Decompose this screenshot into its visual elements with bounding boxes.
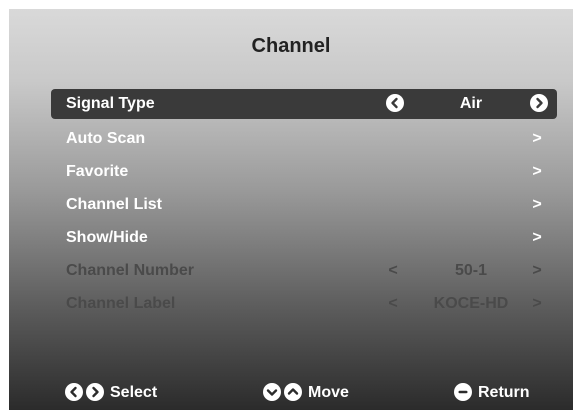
page-title: Channel [251, 35, 331, 57]
menu-item-signal-type[interactable]: Signal Type Air [51, 89, 557, 119]
menu-item-label: Channel Number [66, 262, 195, 279]
chevron-right-icon: > [532, 196, 542, 213]
menu-item-favorite[interactable]: Favorite > [51, 155, 557, 188]
menu-item-label: Signal Type [66, 95, 155, 112]
circle-minus-icon [454, 383, 472, 401]
move-hint: Move [263, 379, 349, 407]
menu-item-label: Show/Hide [66, 229, 148, 246]
menu-item-auto-scan[interactable]: Auto Scan > [51, 122, 557, 155]
chevron-right-icon: > [532, 262, 542, 279]
chevron-right-icon: > [532, 295, 542, 312]
menu-item-label: Favorite [66, 163, 129, 180]
select-hint-label: Select [110, 384, 158, 401]
channel-menu-list: Signal Type Air Auto Scan > Favorite > C… [51, 89, 557, 320]
move-hint-label: Move [308, 384, 349, 401]
circle-left-icon[interactable] [385, 89, 405, 119]
menu-item-channel-list[interactable]: Channel List > [51, 188, 557, 221]
channel-menu-screen: Channel Signal Type Air Auto Scan > Favo… [9, 9, 573, 410]
menu-item-value: Air [459, 95, 483, 112]
button-hint-bar: Select Move Return [9, 379, 573, 407]
chevron-left-icon: < [388, 262, 398, 279]
chevron-right-icon: > [532, 229, 542, 246]
return-hint-label: Return [478, 384, 530, 401]
chevron-left-icon: < [388, 295, 398, 312]
menu-item-show-hide[interactable]: Show/Hide > [51, 221, 557, 254]
chevron-right-icon: > [532, 163, 542, 180]
menu-item-label: Auto Scan [66, 130, 146, 147]
chevron-right-icon: > [532, 130, 542, 147]
return-hint: Return [454, 379, 530, 407]
menu-item-channel-number: Channel Number < 50-1 > [51, 254, 557, 287]
circle-right-icon [86, 383, 104, 401]
circle-up-icon [284, 383, 302, 401]
menu-item-value: KOCE-HD [433, 295, 509, 312]
menu-item-label: Channel List [66, 196, 163, 213]
menu-item-label: Channel Label [66, 295, 176, 312]
circle-left-icon [65, 383, 83, 401]
menu-item-channel-label: Channel Label < KOCE-HD > [51, 287, 557, 320]
select-hint: Select [65, 379, 157, 407]
circle-down-icon [263, 383, 281, 401]
circle-right-icon[interactable] [529, 89, 549, 119]
menu-item-value: 50-1 [454, 262, 488, 279]
